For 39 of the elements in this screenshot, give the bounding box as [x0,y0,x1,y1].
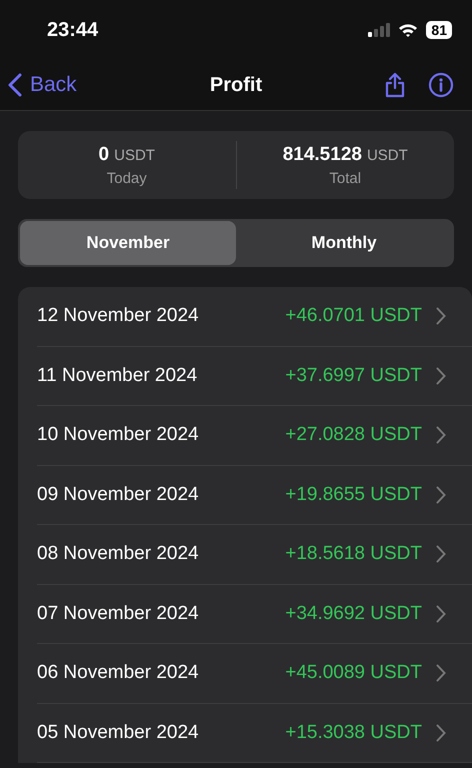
row-date[interactable]: 06 November 2024 [37,662,286,684]
chevron-right-icon [436,604,446,623]
summary-value: 0 USDT [98,144,155,166]
battery-indicator: 81 [426,21,452,39]
row-date[interactable]: 08 November 2024 [37,543,286,566]
chevron-right-icon [436,486,446,504]
chevron-right-icon [436,307,446,326]
status-time: 23:44 [47,18,98,42]
row-date[interactable]: 07 November 2024 [37,602,286,625]
row-amount: +45.0089 USDT [285,662,422,684]
row-date[interactable]: 10 November 2024 [37,424,286,446]
segment-tab[interactable]: Monthly [236,221,452,265]
chevron-right-icon [436,664,446,682]
summary-value: 814.5128 USDT [282,144,408,166]
segment-tab[interactable]: November [20,221,236,265]
row-amount: +15.3038 USDT [285,722,422,744]
signal-icon [368,23,390,37]
chevron-right-icon [436,366,446,385]
row-date[interactable]: 11 November 2024 [37,364,286,387]
back-button[interactable]: Back [8,73,77,97]
page-title: Profit [210,74,262,96]
summary-label: Total [329,170,362,186]
row-amount: +37.6997 USDT [285,364,422,387]
row-amount: +34.9692 USDT [285,602,422,625]
chevron-left-icon [8,73,22,97]
summary-label: Today [106,170,147,186]
row-date[interactable]: 09 November 2024 [37,484,286,506]
info-button[interactable] [428,72,454,98]
row-date[interactable]: 05 November 2024 [37,722,286,744]
chevron-right-icon [436,545,446,564]
row-amount: +18.5618 USDT [285,543,422,566]
row-amount: +19.8655 USDT [285,484,422,506]
row-date[interactable]: 12 November 2024 [37,305,286,328]
row-amount: +27.0828 USDT [285,424,422,446]
wifi-icon [398,23,418,37]
row-amount: +46.0701 USDT [285,305,422,328]
chevron-right-icon [436,426,446,444]
share-button[interactable] [384,72,406,98]
chevron-right-icon [436,724,446,742]
